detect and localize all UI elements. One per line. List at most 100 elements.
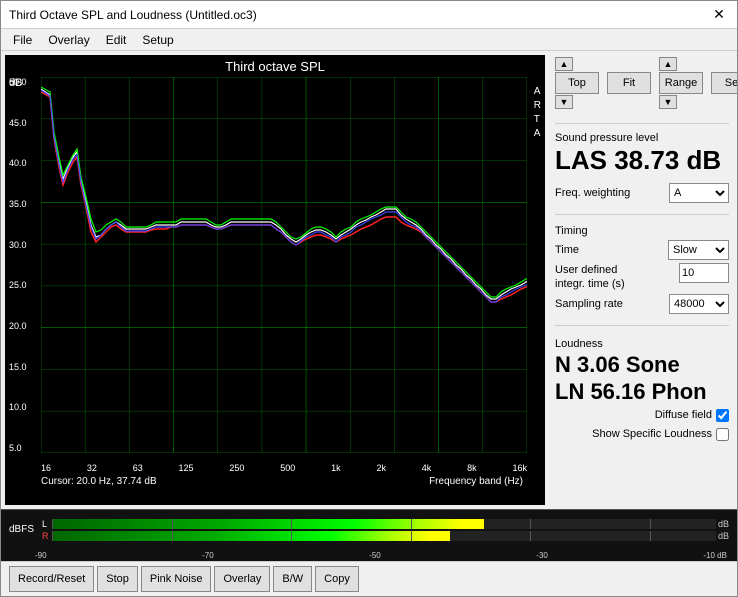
- sampling-rate-select[interactable]: 48000 44100 96000: [669, 294, 729, 314]
- y-label-25: 25.0: [9, 280, 27, 290]
- meter-tick-labels: -90 -70 -50 -30 -10 dB: [1, 549, 737, 561]
- chart-area: Third octave SPL dB ARTA 50.0 45.0 40.0 …: [5, 55, 545, 505]
- y-label-15: 15.0: [9, 362, 27, 372]
- freq-weighting-row: Freq. weighting A B C Z: [555, 183, 729, 203]
- menu-file[interactable]: File: [9, 33, 36, 47]
- stop-button[interactable]: Stop: [97, 566, 138, 592]
- y-axis: 50.0 45.0 40.0 35.0 30.0 25.0 20.0 15.0 …: [9, 77, 27, 453]
- top-arrows: ▲ Top ▼: [555, 57, 599, 109]
- fit-button[interactable]: Fit: [607, 72, 651, 94]
- range-up-button[interactable]: ▲: [659, 57, 677, 71]
- range-down-button[interactable]: ▼: [659, 95, 677, 109]
- meter-bars: L dB R: [42, 519, 729, 541]
- time-select[interactable]: Slow Fast Impulse: [668, 240, 729, 260]
- divider-2: [555, 214, 729, 215]
- spl-section: Sound pressure level LAS 38.73 dB: [555, 132, 729, 175]
- bw-button[interactable]: B/W: [273, 566, 312, 592]
- l-meter-track: [52, 519, 716, 529]
- timing-section: Timing Time Slow Fast Impulse User defin…: [555, 225, 729, 318]
- show-specific-checkbox[interactable]: [716, 428, 729, 441]
- r-dbfs-unit: dB: [718, 531, 729, 541]
- l-meter-fill: [52, 519, 484, 529]
- user-defined-row: User defined integr. time (s) 10: [555, 263, 729, 292]
- arta-label: ARTA: [534, 85, 541, 141]
- x-label-500: 500: [280, 463, 295, 473]
- tick-10: -10 dB: [703, 551, 727, 560]
- r-channel-row: R dB: [42, 531, 729, 541]
- r-meter-fill: [52, 531, 450, 541]
- tick-90: -90: [35, 551, 47, 560]
- meter-scale: -90 -70 -50 -30 -10 dB: [33, 551, 729, 560]
- main-window: Third Octave SPL and Loudness (Untitled.…: [0, 0, 738, 597]
- user-defined-label: User defined integr. time (s): [555, 263, 650, 292]
- sampling-rate-row: Sampling rate 48000 44100 96000: [555, 294, 729, 314]
- time-label: Time: [555, 244, 579, 256]
- freq-weighting-select[interactable]: A B C Z: [669, 183, 729, 203]
- cursor-info: Cursor: 20.0 Hz, 37.74 dB: [41, 476, 157, 487]
- y-label-50: 50.0: [9, 77, 27, 87]
- menu-overlay[interactable]: Overlay: [44, 33, 93, 47]
- user-defined-input[interactable]: 10: [679, 263, 729, 283]
- spl-value: LAS 38.73 dB: [555, 146, 729, 175]
- y-label-40: 40.0: [9, 158, 27, 168]
- tick-50: -50: [369, 551, 381, 560]
- y-label-30: 30.0: [9, 240, 27, 250]
- title-bar: Third Octave SPL and Loudness (Untitled.…: [1, 1, 737, 29]
- close-button[interactable]: ✕: [709, 5, 729, 25]
- freq-weighting-label: Freq. weighting: [555, 187, 630, 199]
- menu-setup[interactable]: Setup: [138, 33, 177, 47]
- l-dbfs-unit: dB: [718, 519, 729, 529]
- top-button[interactable]: Top: [555, 72, 599, 94]
- meter-section: dBFS L dB R: [1, 509, 737, 549]
- range-group: ▲ Range ▼: [659, 57, 703, 109]
- top-up-button[interactable]: ▲: [555, 57, 573, 71]
- divider-1: [555, 123, 729, 124]
- x-label-125: 125: [179, 463, 194, 473]
- y-label-45: 45.0: [9, 118, 27, 128]
- y-label-5: 5.0: [9, 443, 27, 453]
- main-content: Third octave SPL dB ARTA 50.0 45.0 40.0 …: [1, 51, 737, 509]
- x-label-32: 32: [87, 463, 97, 473]
- l-channel-row: L dB: [42, 519, 729, 529]
- r-label: R: [42, 531, 50, 541]
- diffuse-field-row: Diffuse field: [555, 409, 729, 422]
- range-button[interactable]: Range: [659, 72, 703, 94]
- diffuse-field-label: Diffuse field: [655, 409, 712, 421]
- x-label-63: 63: [133, 463, 143, 473]
- nav-controls: ▲ Top ▼ Fit ▲ Range ▼: [555, 57, 729, 109]
- show-specific-row: Show Specific Loudness: [555, 428, 729, 441]
- loudness-n-value: N 3.06 Sone: [555, 352, 729, 378]
- spl-label: Sound pressure level: [555, 132, 729, 144]
- sampling-rate-label: Sampling rate: [555, 298, 623, 310]
- bottom-buttons: Record/Reset Stop Pink Noise Overlay B/W…: [1, 561, 737, 596]
- l-label: L: [42, 519, 50, 529]
- chart-svg: [41, 77, 527, 453]
- time-row: Time Slow Fast Impulse: [555, 240, 729, 260]
- chart-title: Third octave SPL: [5, 59, 545, 74]
- diffuse-field-checkbox[interactable]: [716, 409, 729, 422]
- y-label-35: 35.0: [9, 199, 27, 209]
- x-label-16: 16: [41, 463, 51, 473]
- x-label-4k: 4k: [422, 463, 432, 473]
- copy-button[interactable]: Copy: [315, 566, 359, 592]
- timing-label: Timing: [555, 225, 729, 237]
- record-reset-button[interactable]: Record/Reset: [9, 566, 94, 592]
- overlay-button[interactable]: Overlay: [214, 566, 270, 592]
- set-group: Set: [711, 57, 737, 109]
- top-down-button[interactable]: ▼: [555, 95, 573, 109]
- loudness-label: Loudness: [555, 338, 729, 350]
- menu-edit[interactable]: Edit: [102, 33, 131, 47]
- loudness-section: Loudness N 3.06 Sone LN 56.16 Phon: [555, 338, 729, 405]
- dbfs-label: dBFS: [9, 524, 34, 535]
- right-panel: ▲ Top ▼ Fit ▲ Range ▼: [547, 51, 737, 509]
- x-label-1k: 1k: [331, 463, 341, 473]
- pink-noise-button[interactable]: Pink Noise: [141, 566, 212, 592]
- divider-3: [555, 325, 729, 326]
- x-label-8k: 8k: [467, 463, 477, 473]
- x-label-16k: 16k: [512, 463, 527, 473]
- x-label-250: 250: [229, 463, 244, 473]
- loudness-ln-value: LN 56.16 Phon: [555, 379, 729, 405]
- menu-bar: File Overlay Edit Setup: [1, 29, 737, 51]
- tick-70: -70: [202, 551, 214, 560]
- set-button[interactable]: Set: [711, 72, 737, 94]
